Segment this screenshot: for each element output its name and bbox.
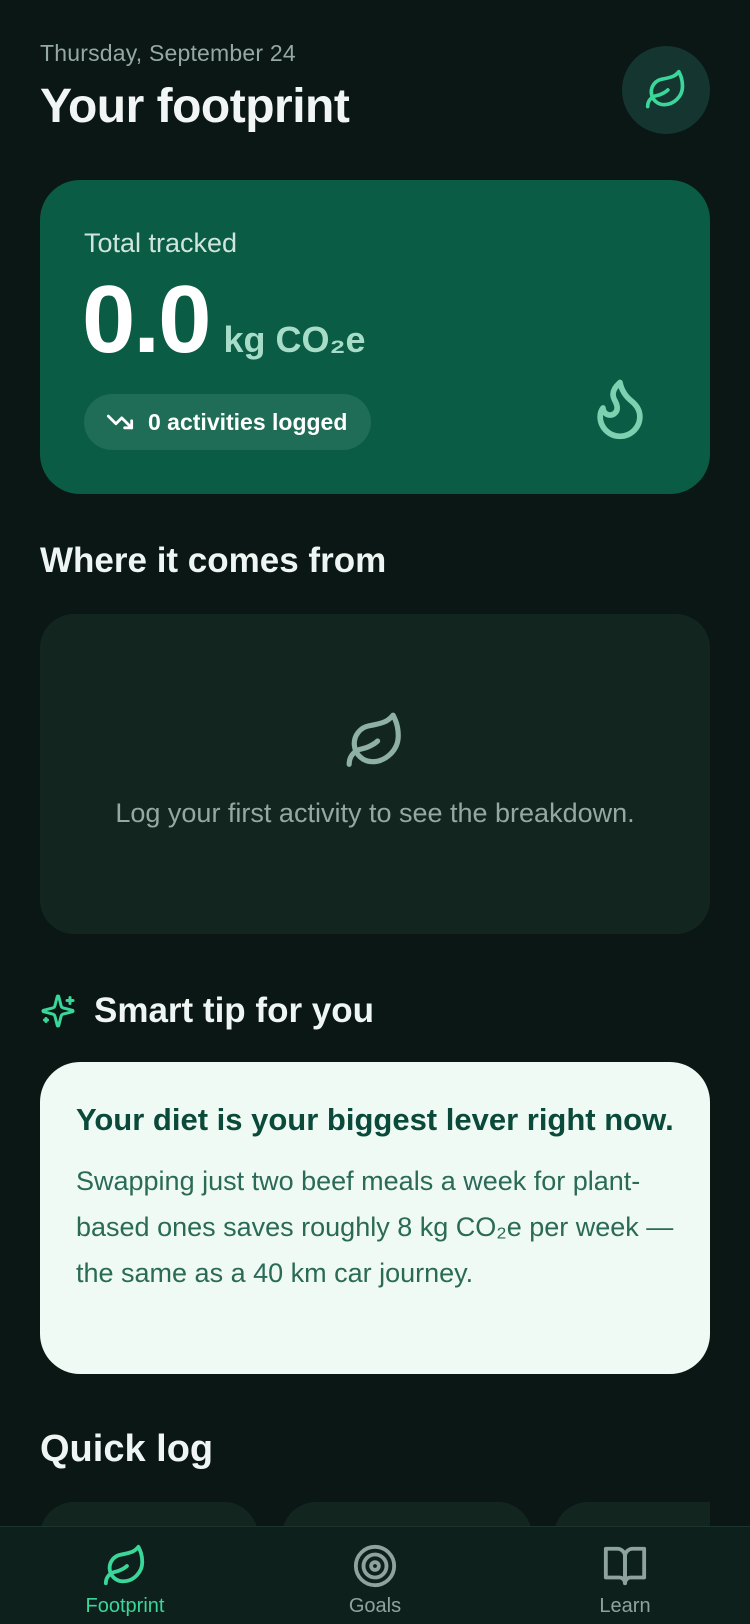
activities-count-badge: 0 activities logged — [84, 394, 372, 450]
page-title: Your footprint — [40, 80, 350, 133]
footprint-screen: Thursday, September 24 Your footprint To… — [0, 0, 750, 1624]
leaf-icon — [103, 1544, 145, 1586]
breakdown-empty-text: Log your first activity to see the break… — [115, 798, 635, 828]
total-value: 0.0 — [82, 266, 211, 373]
breakdown-empty-state: Log your first activity to see the break… — [40, 614, 710, 934]
tip-headline: Your diet is your biggest lever right no… — [76, 1102, 674, 1137]
sparkles-icon — [41, 994, 75, 1028]
bottom-tab-bar: Footprint Goals Learn — [0, 1526, 750, 1624]
activities-count-text: 0 activities logged — [148, 408, 348, 435]
profile-button[interactable] — [622, 46, 710, 134]
total-value-row: 0.0 kg CO₂e — [82, 272, 365, 368]
leaf-icon — [346, 712, 401, 767]
target-icon — [353, 1544, 397, 1588]
tab-goals[interactable]: Goals — [285, 1527, 465, 1624]
total-tracked-label: Total tracked — [84, 228, 238, 258]
page-header: Thursday, September 24 Your footprint — [40, 40, 710, 140]
flame-icon — [597, 379, 643, 440]
smart-tip-title: Smart tip for you — [94, 991, 375, 1030]
smart-tip-heading: Smart tip for you — [40, 988, 374, 1034]
smart-tip-card[interactable]: Your diet is your biggest lever right no… — [40, 1062, 710, 1374]
tab-label: Goals — [348, 1595, 402, 1617]
leaf-icon — [645, 69, 685, 109]
tip-body: Swapping just two beef meals a week for … — [76, 1166, 674, 1288]
quick-log-title: Quick log — [40, 1428, 214, 1470]
tab-label: Footprint — [85, 1595, 165, 1617]
total-tracked-card: Total tracked 0.0 kg CO₂e 0 activities l… — [40, 180, 710, 494]
trend-down-icon — [106, 414, 134, 430]
total-unit: kg CO₂e — [223, 319, 366, 360]
tab-footprint[interactable]: Footprint — [35, 1527, 215, 1624]
tab-label: Learn — [599, 1595, 651, 1617]
breakdown-section-title: Where it comes from — [40, 541, 387, 580]
date-label: Thursday, September 24 — [40, 40, 296, 66]
tab-learn[interactable]: Learn — [535, 1527, 715, 1624]
book-icon — [603, 1546, 647, 1586]
